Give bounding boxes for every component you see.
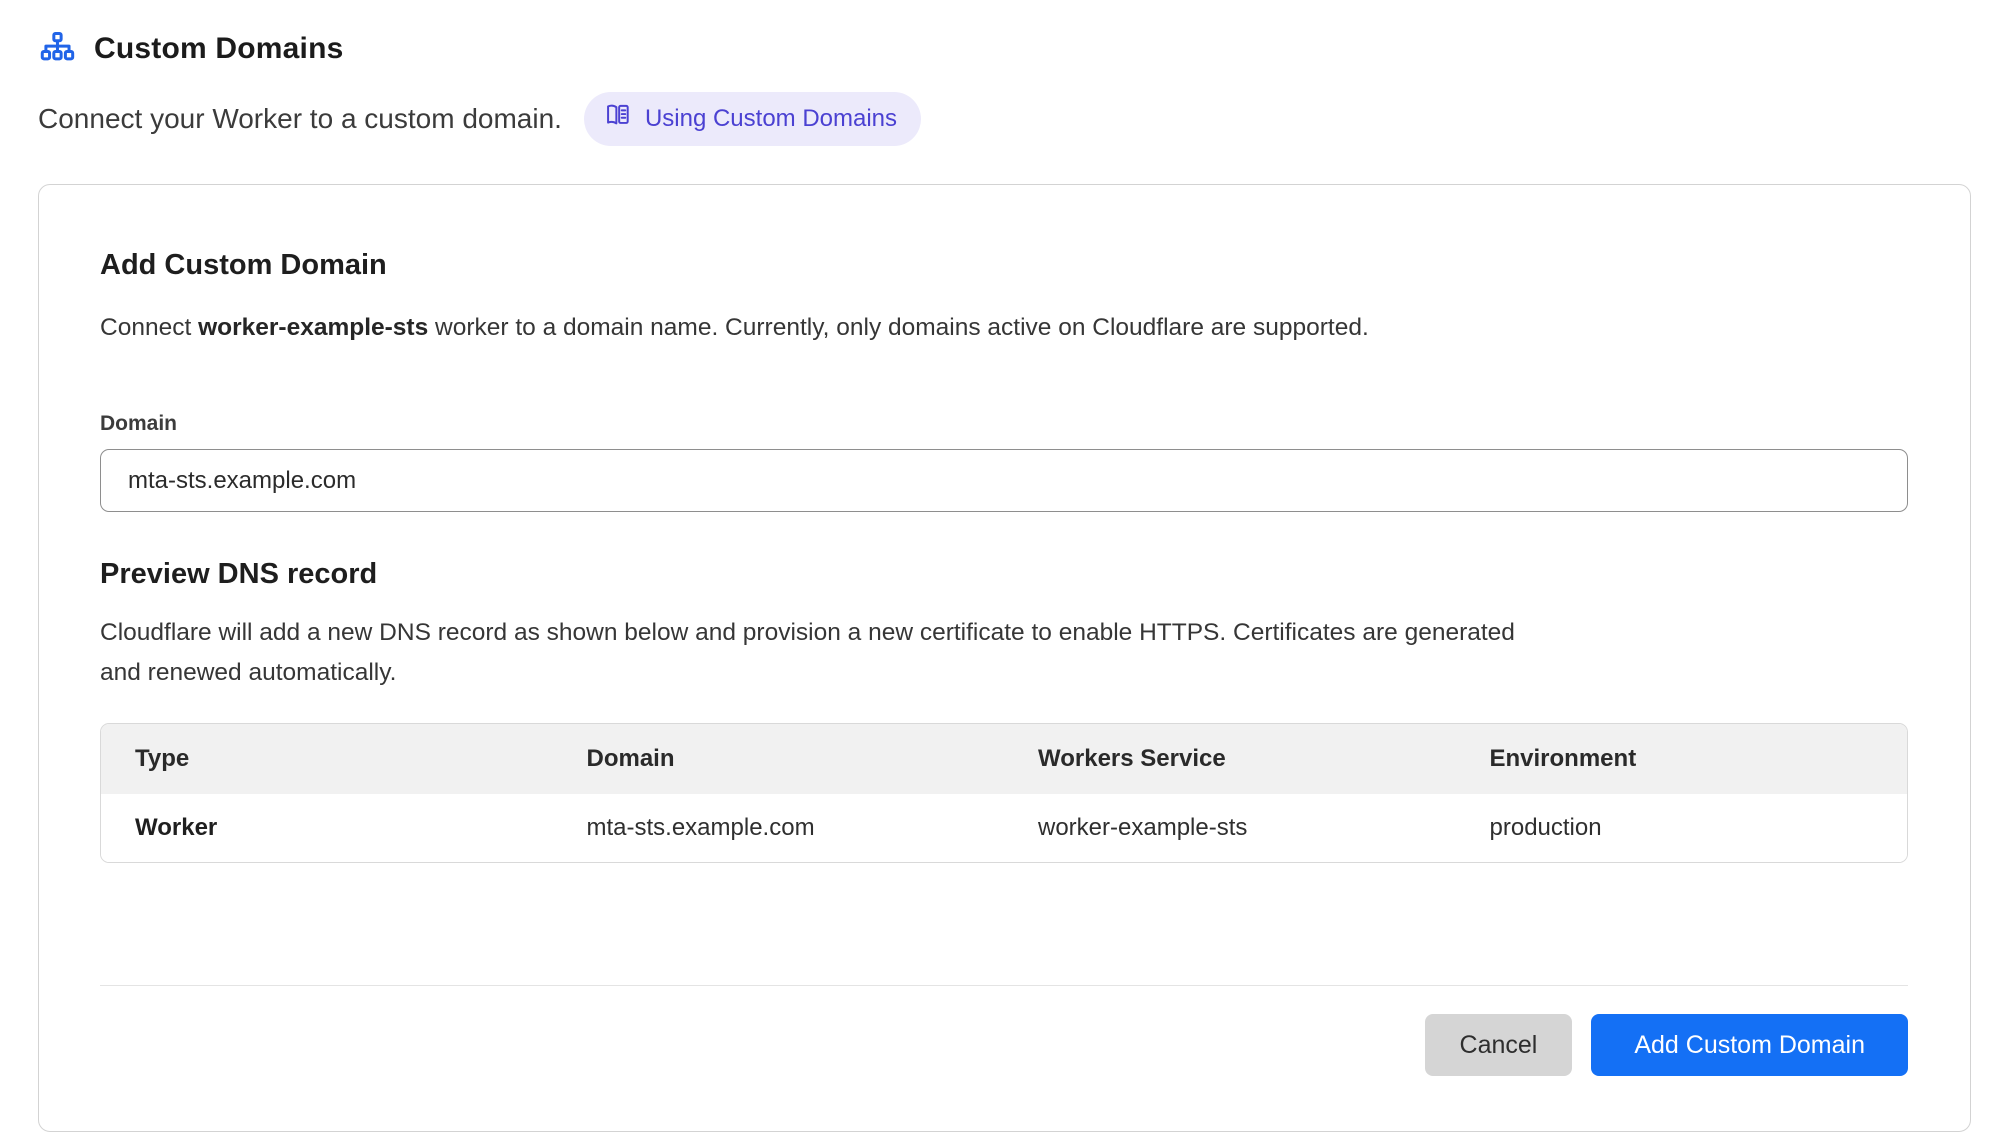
preview-dns-heading: Preview DNS record: [100, 558, 1908, 591]
open-book-icon: [604, 101, 632, 136]
preview-dns-description: Cloudflare will add a new DNS record as …: [100, 613, 1550, 693]
action-buttons: Cancel Add Custom Domain: [100, 1014, 1908, 1076]
page-subtitle: Connect your Worker to a custom domain.: [38, 103, 562, 135]
cell-environment: production: [1456, 814, 1908, 842]
worker-name: worker-example-sts: [198, 314, 428, 341]
page-header: Custom Domains: [38, 30, 1961, 68]
add-custom-domain-button[interactable]: Add Custom Domain: [1591, 1014, 1908, 1076]
card-heading: Add Custom Domain: [100, 249, 1908, 282]
intro-suffix: worker to a domain name. Currently, only…: [428, 314, 1369, 341]
cancel-button[interactable]: Cancel: [1425, 1014, 1573, 1076]
domain-field-label: Domain: [100, 412, 1908, 436]
cell-workers-service: worker-example-sts: [1004, 814, 1456, 842]
dns-preview-table: Type Domain Workers Service Environment …: [100, 723, 1908, 863]
docs-link-label: Using Custom Domains: [645, 105, 897, 133]
intro-prefix: Connect: [100, 314, 198, 341]
column-header-environment: Environment: [1456, 745, 1908, 773]
column-header-type: Type: [101, 745, 553, 773]
cell-type: Worker: [101, 814, 553, 842]
add-custom-domain-card: Add Custom Domain Connect worker-example…: [38, 184, 1971, 1132]
domain-input[interactable]: [100, 449, 1908, 512]
table-header-row: Type Domain Workers Service Environment: [101, 724, 1907, 794]
column-header-domain: Domain: [553, 745, 1005, 773]
page-title: Custom Domains: [94, 32, 344, 66]
sitemap-icon: [38, 30, 76, 68]
custom-domains-page: Custom Domains Connect your Worker to a …: [0, 0, 1999, 1132]
docs-link-badge[interactable]: Using Custom Domains: [584, 92, 921, 146]
footer-divider: [100, 985, 1908, 986]
intro-text: Connect worker-example-sts worker to a d…: [100, 314, 1908, 342]
table-row: Worker mta-sts.example.com worker-exampl…: [101, 794, 1907, 862]
column-header-workers-service: Workers Service: [1004, 745, 1456, 773]
cell-domain: mta-sts.example.com: [553, 814, 1005, 842]
subtitle-row: Connect your Worker to a custom domain. …: [38, 92, 1961, 146]
